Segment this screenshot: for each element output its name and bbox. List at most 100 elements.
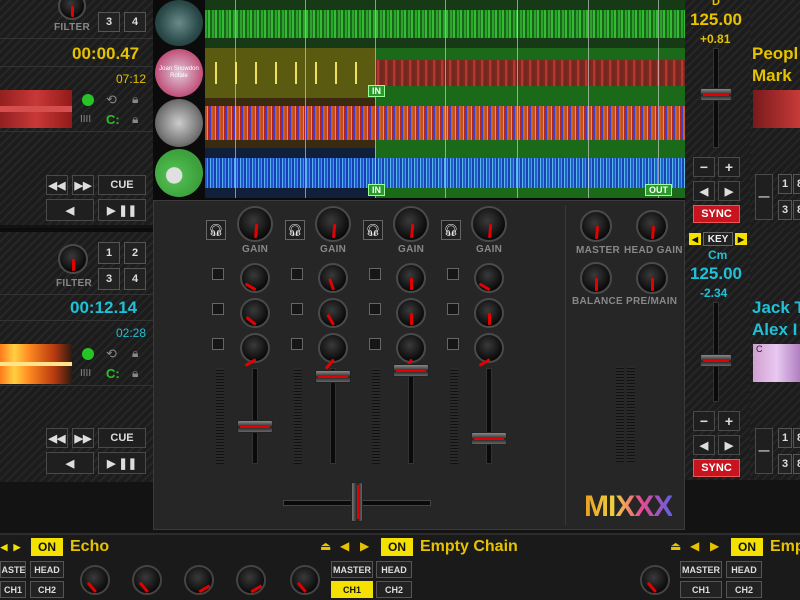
- keylock-icon[interactable]: C:: [106, 112, 120, 127]
- hotcue-r2-1-button[interactable]: 1: [778, 428, 792, 448]
- effect-unit-3-name[interactable]: Emp: [770, 538, 800, 556]
- balance-knob[interactable]: [580, 262, 612, 294]
- deck-right-2-eject-button[interactable]: —: [755, 428, 773, 474]
- cue-button[interactable]: CUE: [98, 175, 146, 195]
- repeat-icon[interactable]: ⟲: [106, 92, 117, 108]
- nudge-left-button-2[interactable]: ◀: [693, 435, 715, 455]
- eq-high-knob-ch4[interactable]: [474, 263, 504, 293]
- nudge-right-button-2[interactable]: ▶: [718, 435, 740, 455]
- eq-mid-knob-ch2[interactable]: [318, 298, 348, 328]
- lock-icon-2[interactable]: 🔒︎: [132, 112, 138, 127]
- deck-right-2-sync-button[interactable]: SYNC: [693, 459, 740, 477]
- lock-icon-4[interactable]: 🔒︎: [132, 366, 138, 381]
- gain-knob-ch3[interactable]: [393, 206, 429, 242]
- pre-main-knob[interactable]: [636, 262, 668, 294]
- reverse-button-2[interactable]: ◀: [46, 452, 94, 474]
- cue-button-2[interactable]: CUE: [98, 428, 146, 448]
- keylock-icon-2[interactable]: C:: [106, 366, 120, 381]
- fast-forward-button-2[interactable]: ▶▶: [72, 428, 94, 448]
- bars-icon-2[interactable]: IIII: [80, 368, 91, 379]
- eq-high-knob-ch2[interactable]: [318, 263, 348, 293]
- effect-next-button[interactable]: ▶: [12, 540, 22, 554]
- eq-low-knob-ch2[interactable]: [318, 333, 348, 370]
- hotcue-1-button[interactable]: 1: [98, 242, 120, 264]
- fx-assign-ch2-3[interactable]: [291, 338, 303, 350]
- fx-assign-ch2-2[interactable]: [291, 303, 303, 315]
- play-pause-button-2[interactable]: ▶ ❚❚: [98, 452, 146, 474]
- headphone-cue-ch2-button[interactable]: 🎧︎: [285, 220, 305, 240]
- effect-1-ch1-button[interactable]: CH1: [331, 581, 373, 598]
- key-left-button[interactable]: ◀: [689, 233, 701, 245]
- nudge-left-button[interactable]: ◀: [693, 181, 715, 201]
- fx-assign-ch3-3[interactable]: [369, 338, 381, 350]
- headphone-cue-ch3-button[interactable]: 🎧︎: [363, 220, 383, 240]
- channel-fader-ch3[interactable]: [393, 364, 429, 377]
- pitch-down-button-2[interactable]: −: [693, 411, 715, 431]
- fast-forward-button[interactable]: ▶▶: [72, 175, 94, 195]
- effect-1-mix-knob[interactable]: [290, 565, 320, 595]
- effect-1-knob-4[interactable]: [236, 565, 266, 595]
- hotcue-r1-2-button[interactable]: 8: [793, 174, 800, 194]
- effect-1-ch2-button[interactable]: CH2: [376, 581, 412, 598]
- out-marker[interactable]: OUT: [645, 184, 672, 196]
- effect-0-ch2-partial[interactable]: CH2: [30, 581, 64, 598]
- deck-right-1-pitch-fader[interactable]: [700, 88, 732, 101]
- fx-assign-ch3-2[interactable]: [369, 303, 381, 315]
- hotcue-r1-1-button[interactable]: 1: [778, 174, 792, 194]
- repeat-icon-2[interactable]: ⟲: [106, 346, 117, 362]
- track-art-4[interactable]: [155, 149, 203, 197]
- hotcue-r2-3-button[interactable]: 3: [778, 454, 792, 474]
- eq-mid-knob-ch3[interactable]: [396, 298, 426, 328]
- effect-unit-3-prev-icon[interactable]: ◀: [690, 539, 699, 553]
- effect-unit-2-next-icon[interactable]: ▶: [360, 539, 369, 553]
- head-gain-knob[interactable]: [636, 210, 668, 242]
- fx-assign-ch3-1[interactable]: [369, 268, 381, 280]
- eq-low-knob-ch3[interactable]: [396, 333, 426, 371]
- fx-assign-ch2-1[interactable]: [291, 268, 303, 280]
- headphone-cue-ch1-button[interactable]: 🎧︎: [206, 220, 226, 240]
- effect-0-ch1-partial[interactable]: CH1: [0, 581, 26, 598]
- effect-1-knob-2[interactable]: [132, 565, 162, 595]
- track-art-3[interactable]: [155, 99, 203, 147]
- effect-3-ch1-button[interactable]: CH1: [680, 581, 722, 598]
- deck-right-1-overview-waveform[interactable]: [753, 90, 800, 128]
- bars-icon[interactable]: IIII: [80, 114, 91, 125]
- channel-fader-ch2[interactable]: [315, 370, 351, 383]
- gain-knob-ch2[interactable]: [315, 206, 351, 242]
- effect-unit-1-on-button[interactable]: ON: [31, 538, 63, 556]
- gain-knob-ch1[interactable]: [237, 206, 273, 242]
- pitch-down-button[interactable]: −: [693, 157, 715, 177]
- eq-mid-knob-ch4[interactable]: [474, 298, 504, 328]
- rewind-button-2[interactable]: ◀◀: [46, 428, 68, 448]
- hotcue-r1-4-button[interactable]: 8: [793, 200, 800, 220]
- clock-icon-2[interactable]: [82, 348, 94, 360]
- eq-mid-knob-ch1[interactable]: [240, 298, 270, 328]
- effect-unit-2-eject-icon[interactable]: ⏏: [320, 539, 331, 553]
- eq-high-knob-ch1[interactable]: [240, 263, 270, 293]
- pitch-up-button[interactable]: +: [718, 157, 740, 177]
- in-marker-1[interactable]: IN: [368, 85, 385, 97]
- gain-knob-ch4[interactable]: [471, 206, 507, 242]
- rewind-button[interactable]: ◀◀: [46, 175, 68, 195]
- effect-1-master-button[interactable]: MASTER: [331, 561, 373, 578]
- channel-fader-ch4[interactable]: [471, 432, 507, 445]
- effect-1-knob-3[interactable]: [184, 565, 214, 595]
- effect-0-head-partial[interactable]: HEAD: [30, 561, 64, 578]
- hotcue-3-button[interactable]: 3: [98, 12, 120, 32]
- effect-unit-3-eject-icon[interactable]: ⏏: [670, 539, 681, 553]
- track-art-1[interactable]: [155, 0, 203, 46]
- lock-icon[interactable]: 🔒︎: [132, 92, 138, 107]
- play-pause-button[interactable]: ▶ ❚❚: [98, 199, 146, 221]
- deck-right-2-pitch-fader[interactable]: [700, 354, 732, 367]
- deck-right-1-eject-button[interactable]: —: [755, 174, 773, 220]
- hotcue-r1-3-button[interactable]: 3: [778, 200, 792, 220]
- effect-3-master-button[interactable]: MASTER: [680, 561, 722, 578]
- master-knob[interactable]: [580, 210, 612, 242]
- track-art-2[interactable]: Joan Snowdon Rotate: [155, 49, 203, 97]
- deck-left-2-overview-waveform[interactable]: [0, 344, 72, 384]
- fx-assign-ch1-3[interactable]: [212, 338, 224, 350]
- deck-left-2-filter-knob[interactable]: [58, 244, 88, 274]
- eq-low-knob-ch4[interactable]: [474, 333, 504, 367]
- headphone-cue-ch4-button[interactable]: 🎧︎: [441, 220, 461, 240]
- deck-left-1-filter-knob[interactable]: [58, 0, 86, 20]
